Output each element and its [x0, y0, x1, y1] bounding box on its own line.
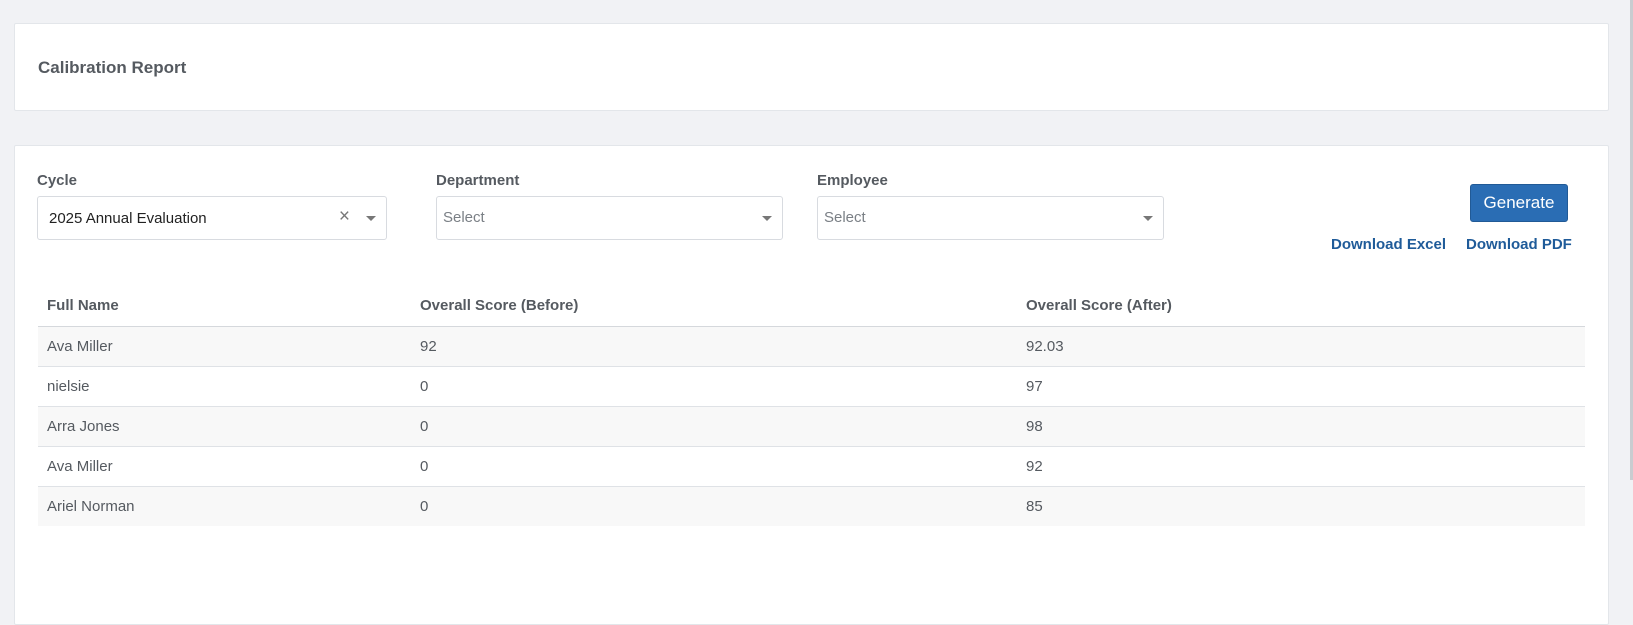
cell-score-after: 85 [1017, 486, 1585, 526]
table-row: Arra Jones 0 98 [38, 406, 1585, 447]
cycle-select[interactable]: 2025 Annual Evaluation × [37, 196, 387, 240]
column-header-score-after: Overall Score (After) [1017, 286, 1585, 327]
employee-select[interactable]: Select [817, 196, 1164, 240]
table-row: Ava Miller 0 92 [38, 446, 1585, 487]
cell-score-after: 92.03 [1017, 326, 1585, 367]
cell-full-name: nielsie [38, 366, 411, 407]
employee-placeholder: Select [824, 209, 866, 226]
column-header-full-name: Full Name [38, 286, 411, 327]
table-row: nielsie 0 97 [38, 366, 1585, 407]
calibration-table: Full Name Overall Score (Before) Overall… [38, 286, 1585, 526]
cycle-label: Cycle [37, 172, 78, 189]
cell-full-name: Ariel Norman [38, 486, 411, 526]
generate-button[interactable]: Generate [1470, 184, 1568, 222]
download-pdf-link[interactable]: Download PDF [1466, 236, 1572, 253]
column-header-score-before: Overall Score (Before) [411, 286, 1017, 327]
cell-full-name: Ava Miller [38, 326, 411, 367]
download-excel-link[interactable]: Download Excel [1331, 236, 1446, 253]
chevron-down-icon[interactable] [366, 216, 376, 221]
table-row: Ava Miller 92 92.03 [38, 326, 1585, 367]
cell-full-name: Arra Jones [38, 406, 411, 447]
cell-score-before: 92 [411, 326, 1017, 367]
report-card: Cycle 2025 Annual Evaluation × Departmen… [14, 145, 1609, 625]
department-select[interactable]: Select [436, 196, 783, 240]
cell-full-name: Ava Miller [38, 446, 411, 487]
chevron-down-icon[interactable] [762, 216, 772, 221]
table-header-row: Full Name Overall Score (Before) Overall… [38, 286, 1585, 327]
cell-score-before: 0 [411, 486, 1017, 526]
cell-score-after: 92 [1017, 446, 1585, 487]
employee-label: Employee [817, 172, 888, 189]
page-title: Calibration Report [38, 58, 187, 77]
cell-score-before: 0 [411, 366, 1017, 407]
cycle-selected-value: 2025 Annual Evaluation [49, 210, 207, 227]
chevron-down-icon[interactable] [1143, 216, 1153, 221]
cell-score-before: 0 [411, 446, 1017, 487]
table-row: Ariel Norman 0 85 [38, 486, 1585, 526]
title-card: Calibration Report [14, 23, 1609, 111]
department-placeholder: Select [443, 209, 485, 226]
cell-score-before: 0 [411, 406, 1017, 447]
department-label: Department [436, 172, 520, 189]
clear-icon[interactable]: × [339, 207, 350, 227]
cell-score-after: 97 [1017, 366, 1585, 407]
cell-score-after: 98 [1017, 406, 1585, 447]
